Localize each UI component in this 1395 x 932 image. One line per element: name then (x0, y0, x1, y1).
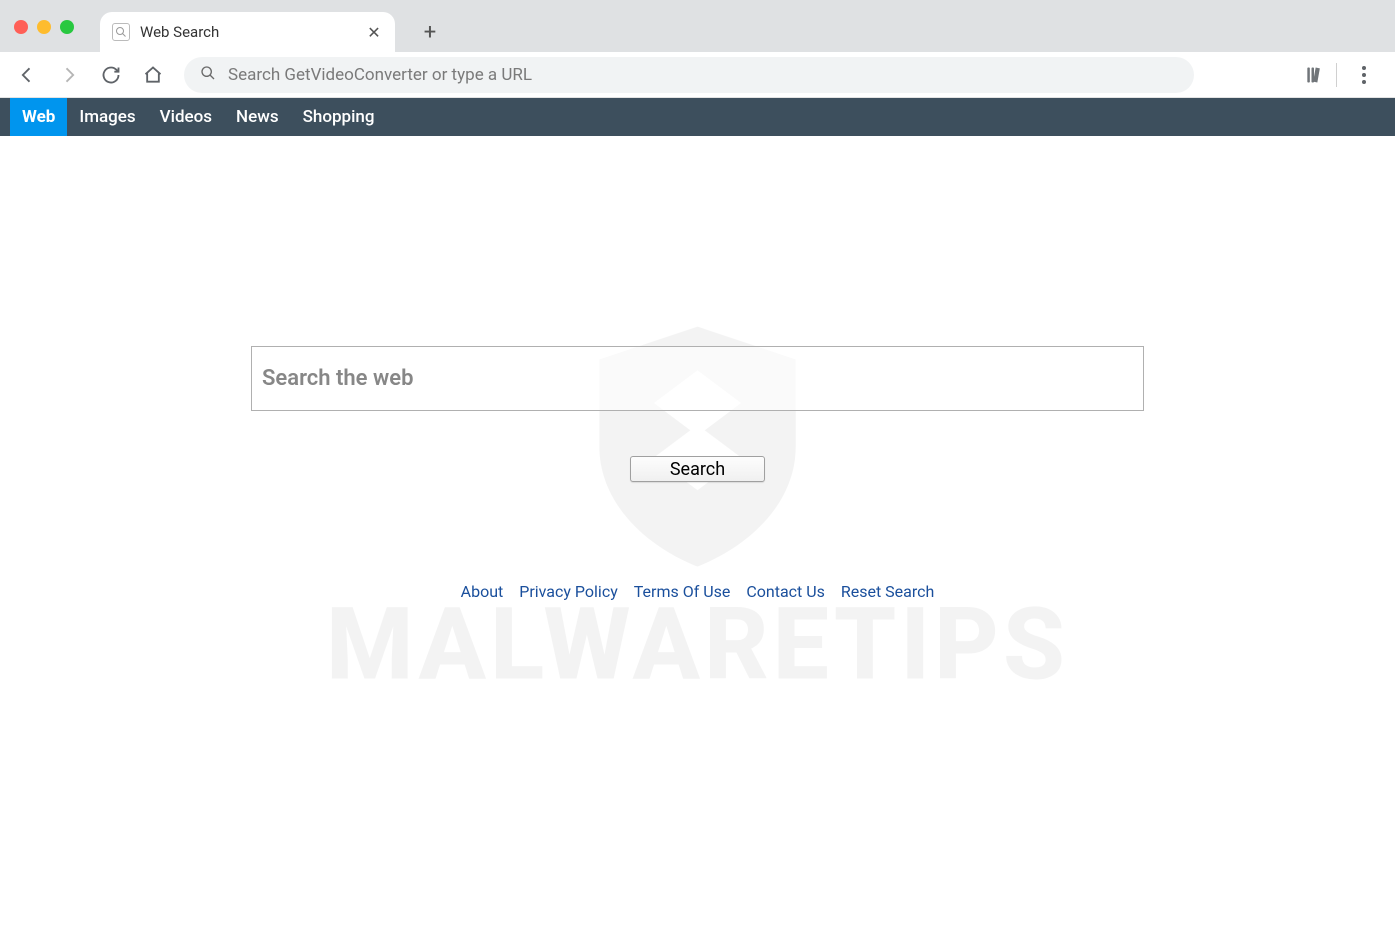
nav-images[interactable]: Images (67, 98, 147, 136)
window-close-button[interactable] (14, 20, 28, 34)
nav-web[interactable]: Web (10, 98, 67, 136)
footer-terms[interactable]: Terms Of Use (634, 582, 731, 601)
tab-title: Web Search (140, 23, 355, 41)
browser-titlebar: Web Search ✕ + (0, 0, 1395, 52)
toolbar-divider (1336, 63, 1337, 87)
close-icon[interactable]: ✕ (365, 23, 383, 41)
search-category-nav: Web Images Videos News Shopping (0, 98, 1395, 136)
search-box[interactable] (251, 346, 1144, 411)
search-icon (112, 23, 130, 41)
nav-shopping[interactable]: Shopping (291, 98, 387, 136)
forward-button[interactable] (52, 58, 86, 92)
footer-about[interactable]: About (461, 582, 504, 601)
window-maximize-button[interactable] (60, 20, 74, 34)
window-controls (14, 20, 74, 34)
footer-links: About Privacy Policy Terms Of Use Contac… (461, 582, 935, 601)
browser-tab[interactable]: Web Search ✕ (100, 12, 395, 52)
new-tab-button[interactable]: + (415, 17, 445, 47)
address-input[interactable] (228, 65, 1178, 85)
address-bar[interactable] (184, 57, 1194, 93)
extension-icon[interactable] (1302, 63, 1326, 87)
search-button[interactable]: Search (630, 456, 765, 482)
browser-toolbar (0, 52, 1395, 98)
nav-news[interactable]: News (224, 98, 291, 136)
footer-contact[interactable]: Contact Us (746, 582, 825, 601)
page-content: MALWARETIPS Search About Privacy Policy … (0, 136, 1395, 932)
search-input[interactable] (262, 366, 1133, 391)
footer-privacy[interactable]: Privacy Policy (519, 582, 618, 601)
back-button[interactable] (10, 58, 44, 92)
home-button[interactable] (136, 58, 170, 92)
reload-button[interactable] (94, 58, 128, 92)
search-area: Search About Privacy Policy Terms Of Use… (0, 136, 1395, 601)
search-icon (200, 65, 216, 85)
watermark-text: MALWARETIPS (326, 587, 1069, 704)
browser-menu-button[interactable] (1347, 58, 1381, 92)
toolbar-right (1302, 58, 1385, 92)
footer-reset[interactable]: Reset Search (841, 582, 934, 601)
nav-videos[interactable]: Videos (148, 98, 224, 136)
window-minimize-button[interactable] (37, 20, 51, 34)
